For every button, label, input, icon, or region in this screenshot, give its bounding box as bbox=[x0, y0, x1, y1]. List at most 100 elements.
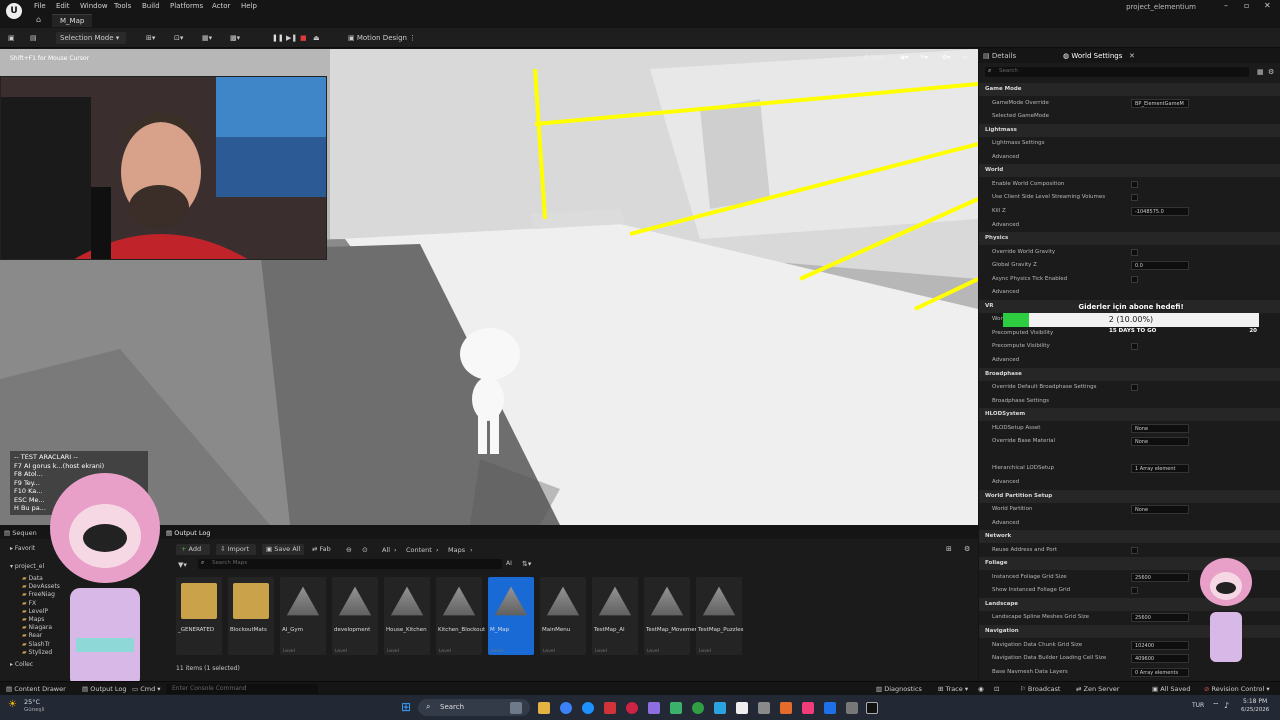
property-checkbox[interactable] bbox=[1131, 194, 1138, 202]
layout-icon[interactable]: ▭ bbox=[962, 54, 968, 61]
property-checkbox[interactable] bbox=[1131, 546, 1138, 554]
property-value[interactable]: 102400 bbox=[1131, 640, 1189, 650]
folder-item[interactable]: ▰ FX bbox=[22, 600, 36, 608]
fab-button[interactable]: ⇄ Fab bbox=[312, 544, 342, 555]
tab-world-settings[interactable]: ◍ World Settings bbox=[1063, 52, 1122, 60]
property-value[interactable]: None bbox=[1131, 505, 1189, 515]
property-row[interactable]: World Partition None bbox=[979, 503, 1280, 516]
output-log-button[interactable]: ▤ Output Log bbox=[82, 685, 126, 693]
property-row[interactable]: Async Physics Tick Enabled bbox=[979, 273, 1280, 286]
breadcrumb-content[interactable]: Content bbox=[406, 546, 432, 554]
chrome-icon[interactable] bbox=[560, 702, 572, 714]
pause-icon[interactable]: ❚❚ bbox=[272, 32, 284, 44]
property-value[interactable]: 25600 bbox=[1131, 613, 1189, 623]
property-section[interactable]: Broadphase bbox=[979, 367, 1280, 381]
content-drawer-button[interactable]: ▤ Content Drawer bbox=[6, 685, 66, 693]
property-row[interactable]: Hierarchical LODSetup 1 Array element bbox=[979, 462, 1280, 475]
cinematics-icon[interactable]: ▦▾ bbox=[202, 32, 212, 44]
app5-icon[interactable] bbox=[758, 702, 770, 714]
property-row[interactable]: Advanced bbox=[979, 151, 1280, 164]
property-section[interactable]: Physics bbox=[979, 232, 1280, 246]
app7-icon[interactable] bbox=[802, 702, 814, 714]
property-row[interactable]: Override Default Broadphase Settings bbox=[979, 381, 1280, 394]
menu-edit[interactable]: Edit bbox=[56, 2, 70, 10]
property-checkbox[interactable] bbox=[1131, 343, 1138, 351]
asset-tile[interactable]: _GENERATED bbox=[176, 577, 222, 655]
unreal-logo-icon[interactable]: U bbox=[6, 3, 22, 19]
menu-window[interactable]: Window bbox=[80, 2, 108, 10]
broadcast-button[interactable]: ⚐ Broadcast bbox=[1020, 685, 1060, 693]
property-row[interactable]: Kill Z -1048575.0 bbox=[979, 205, 1280, 218]
property-row[interactable]: GameMode Override BP_ElementGameM bbox=[979, 97, 1280, 110]
property-value[interactable]: 0.0 bbox=[1131, 261, 1189, 271]
revision-control-button[interactable]: ⊘ Revision Control ▾ bbox=[1204, 685, 1270, 693]
app8-icon[interactable] bbox=[846, 702, 858, 714]
task-view-icon[interactable] bbox=[510, 702, 522, 714]
app6-icon[interactable] bbox=[780, 702, 792, 714]
sort-icon[interactable]: ⇅▾ bbox=[522, 560, 531, 568]
property-row[interactable]: Selected GameMode bbox=[979, 110, 1280, 123]
clock-time[interactable]: 5:18 PM bbox=[1243, 698, 1267, 705]
add-actor-icon[interactable]: ⊞▾ bbox=[146, 32, 155, 44]
property-row[interactable]: Advanced bbox=[979, 219, 1280, 232]
property-row[interactable]: Enable World Composition bbox=[979, 178, 1280, 191]
property-row[interactable]: Broadphase Settings bbox=[979, 395, 1280, 408]
property-section[interactable]: Lightmass bbox=[979, 123, 1280, 137]
property-value[interactable]: 1 Array element bbox=[1131, 464, 1189, 474]
settings-icon[interactable]: ⚙ bbox=[964, 545, 970, 553]
property-value[interactable]: None bbox=[1131, 437, 1189, 447]
property-row[interactable]: Advanced bbox=[979, 476, 1280, 489]
import-button[interactable]: ⇩ Import bbox=[216, 544, 256, 555]
tab-sequencer[interactable]: ▤ Sequen bbox=[4, 529, 37, 537]
browse-icon[interactable]: ▤ bbox=[30, 32, 37, 44]
home-icon[interactable]: ⌂ bbox=[36, 15, 41, 24]
wifi-icon[interactable]: ⌔ bbox=[1212, 701, 1220, 711]
menu-file[interactable]: File bbox=[34, 2, 46, 10]
back-icon[interactable]: ⊖ bbox=[346, 546, 352, 554]
asset-tile[interactable]: MainMenu Level bbox=[540, 577, 586, 655]
app3-icon[interactable] bbox=[692, 702, 704, 714]
close-icon[interactable]: ✕ bbox=[1264, 1, 1271, 10]
asset-tile[interactable]: TestMap_Puzzles Level bbox=[696, 577, 743, 655]
volume-icon[interactable]: ♪ bbox=[1224, 701, 1229, 710]
tab-output-log[interactable]: ▤ Output Log bbox=[166, 529, 210, 537]
save-icon[interactable]: ▣ bbox=[8, 32, 15, 44]
dock-icon[interactable]: ⊞ bbox=[946, 545, 952, 553]
console-input[interactable]: Enter Console Command bbox=[166, 684, 318, 694]
property-row[interactable] bbox=[979, 449, 1280, 462]
filter-icon[interactable]: ▼▾ bbox=[178, 561, 187, 569]
property-section[interactable]: World bbox=[979, 164, 1280, 178]
screenshot-icon[interactable]: ⊡ bbox=[994, 685, 999, 693]
asset-tile[interactable]: AI_Gym Level bbox=[280, 577, 326, 655]
app4-icon[interactable] bbox=[736, 702, 748, 714]
property-value[interactable]: 0 Array elements bbox=[1131, 667, 1189, 677]
transform-icon[interactable]: ✎▾ bbox=[920, 54, 928, 61]
property-row[interactable]: Precompute Visibility bbox=[979, 340, 1280, 353]
property-row[interactable]: Advanced bbox=[979, 286, 1280, 299]
property-checkbox[interactable] bbox=[1131, 587, 1138, 595]
minimize-icon[interactable]: – bbox=[1224, 1, 1228, 10]
forward-icon[interactable]: ⊙ bbox=[362, 546, 368, 554]
diagnostics-button[interactable]: ▥ Diagnostics bbox=[876, 685, 922, 693]
show-flags-icon[interactable]: ◉▾ bbox=[900, 54, 908, 61]
menu-select[interactable]: Actor bbox=[212, 2, 230, 10]
asset-tile[interactable]: development Level bbox=[332, 577, 378, 655]
add-button[interactable]: + Add bbox=[176, 544, 210, 555]
menu-platforms[interactable]: Platforms bbox=[170, 2, 203, 10]
eject-icon[interactable]: ⏏ bbox=[313, 32, 320, 44]
zen-server-button[interactable]: ⇄ Zen Server bbox=[1076, 685, 1119, 693]
breadcrumb-maps[interactable]: Maps bbox=[448, 546, 465, 554]
step-icon[interactable]: ▶❚ bbox=[286, 32, 297, 44]
telegram-icon[interactable] bbox=[714, 702, 726, 714]
weather-icon[interactable]: ☀ bbox=[8, 699, 17, 710]
details-search-input[interactable]: ⌕ Search bbox=[985, 67, 1249, 77]
clock-date[interactable]: 6/25/2026 bbox=[1241, 707, 1269, 713]
all-saved-button[interactable]: ▣ All Saved bbox=[1152, 685, 1190, 693]
breadcrumb-all[interactable]: All bbox=[382, 546, 390, 554]
property-row[interactable]: Override Base Material None bbox=[979, 435, 1280, 448]
trace-button[interactable]: ⊞ Trace ▾ bbox=[938, 685, 968, 693]
property-value[interactable]: 25600 bbox=[1131, 572, 1189, 582]
asset-tile[interactable]: Kitchen_Blockout Level bbox=[436, 577, 485, 655]
lit-mode-button[interactable]: ◐ Lit ▾ bbox=[864, 54, 883, 61]
menu-tools[interactable]: Tools bbox=[114, 2, 131, 10]
